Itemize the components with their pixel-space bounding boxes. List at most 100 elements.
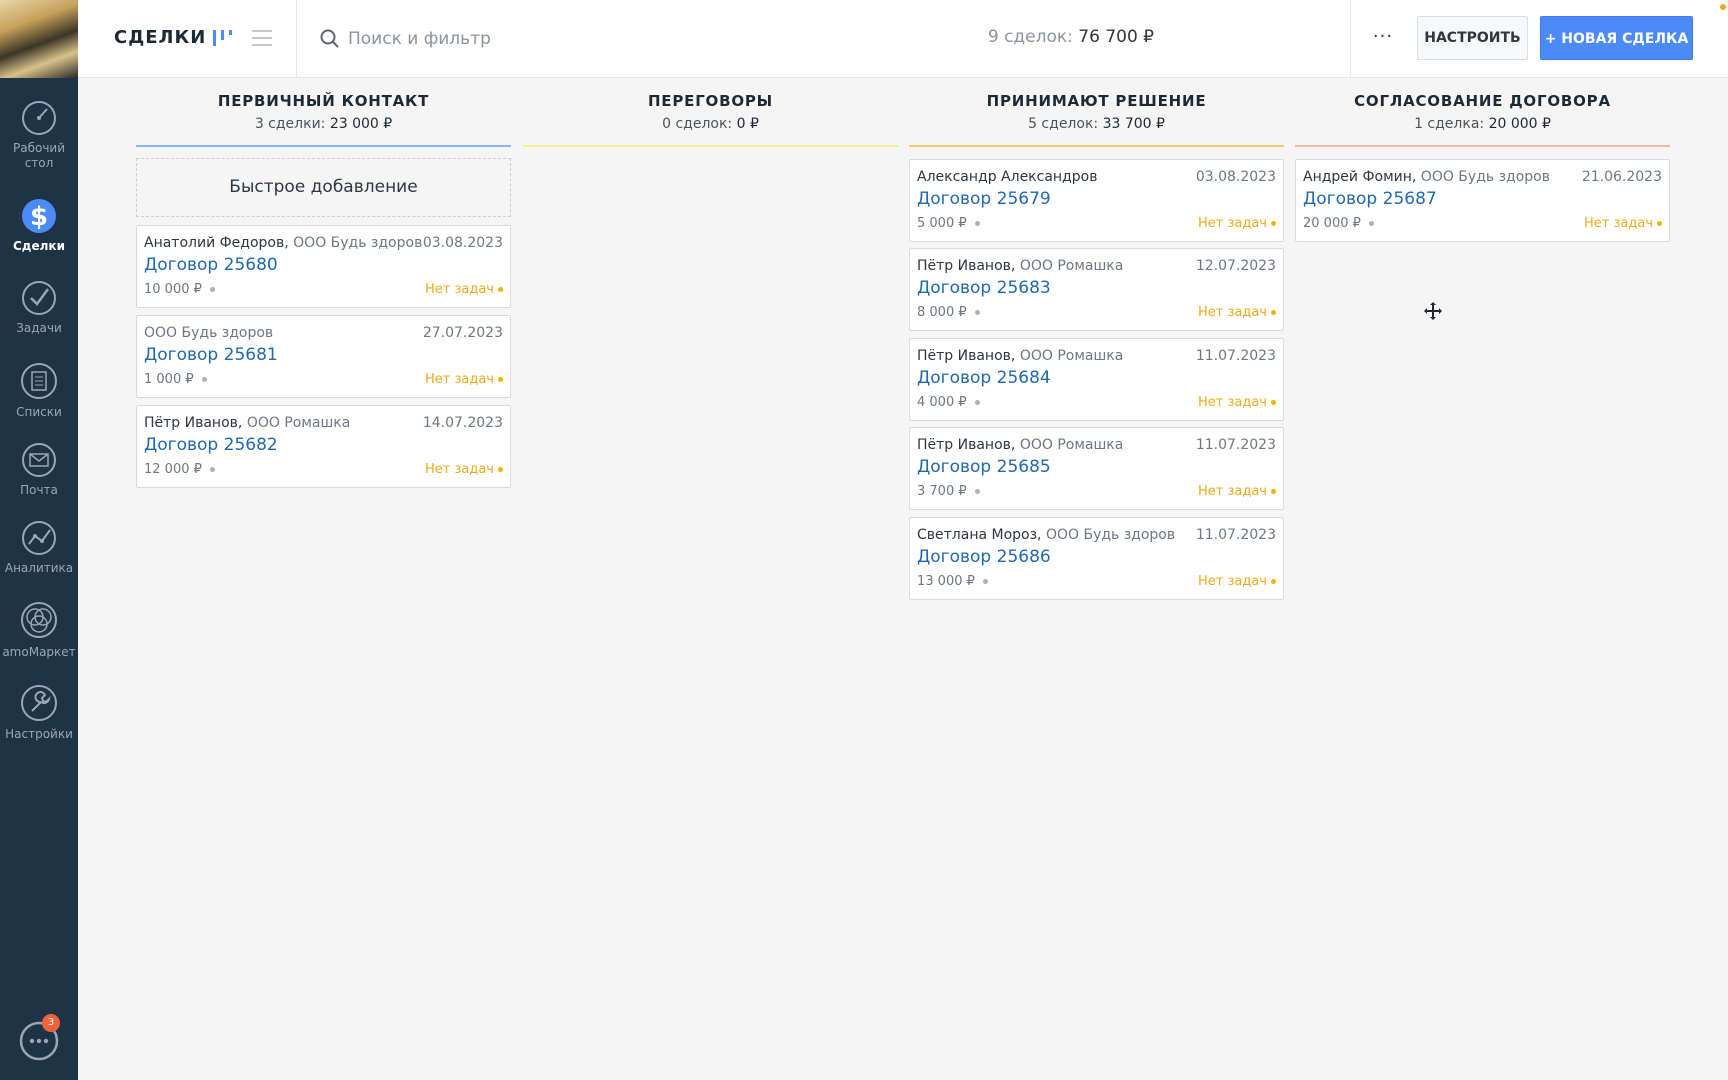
card-tasks[interactable]: Нет задач	[1198, 395, 1267, 410]
sidebar-item-dashboard[interactable]: Рабочий стол	[0, 100, 78, 171]
card-company[interactable]: ООО Ромашка	[1020, 258, 1124, 274]
deal-card[interactable]: Пётр Иванов, ООО Ромашка 11.07.2023 Дого…	[909, 338, 1284, 421]
card-deal-link[interactable]: Договор 25679	[917, 189, 1051, 209]
card-tasks-line: Нет задач	[425, 282, 503, 297]
sidebar-item-settings[interactable]: Настройки	[0, 684, 78, 742]
deal-card[interactable]: Пётр Иванов, ООО Ромашка 14.07.2023 Дого…	[136, 405, 511, 488]
column-header-decision: ПРИНИМАЮТ РЕШЕНИЕ 5 сделок: 33 700 ₽	[909, 92, 1284, 132]
card-amount: 20 000 ₽	[1303, 216, 1361, 231]
card-company[interactable]: ООО Ромашка	[1020, 437, 1124, 453]
column-title: ПЕРВИЧНЫЙ КОНТАКТ	[217, 92, 430, 110]
card-contact[interactable]: Пётр Иванов,	[917, 348, 1015, 364]
card-date: 11.07.2023	[1195, 437, 1276, 453]
sidebar-item-lists[interactable]: Списки	[0, 362, 78, 420]
card-contact[interactable]: Андрей Фомин,	[1303, 169, 1416, 185]
sidebar-item-market[interactable]: amoМаркет	[0, 600, 78, 660]
more-options-button[interactable]: ···	[1370, 26, 1396, 52]
card-contact-line: Светлана Мороз, ООО Будь здоров	[917, 527, 1175, 543]
card-contact[interactable]: Пётр Иванов,	[917, 258, 1015, 274]
search-placeholder: Поиск и фильтр	[348, 29, 491, 49]
card-deal-link[interactable]: Договор 25684	[917, 368, 1051, 388]
column-header-contract: СОГЛАСОВАНИЕ ДОГОВОРА 1 сделка: 20 000 ₽	[1295, 92, 1670, 132]
sidebar-item-analytics[interactable]: Аналитика	[0, 520, 78, 576]
amount-dot	[974, 489, 980, 494]
card-tasks[interactable]: Нет задач	[1584, 216, 1653, 231]
deal-card[interactable]: Светлана Мороз, ООО Будь здоров 11.07.20…	[909, 517, 1284, 600]
deal-card[interactable]: Пётр Иванов, ООО Ромашка 12.07.2023 Дого…	[909, 248, 1284, 331]
card-deal-link[interactable]: Договор 25687	[1303, 189, 1437, 209]
deal-card[interactable]: ООО Будь здоров 27.07.2023 Договор 25681…	[136, 315, 511, 398]
card-date: 27.07.2023	[422, 325, 503, 341]
card-deal-link[interactable]: Договор 25686	[917, 547, 1051, 567]
market-icon	[21, 602, 57, 638]
sidebar-item-label: Настройки	[5, 727, 73, 741]
card-deal-link[interactable]: Договор 25685	[917, 457, 1051, 477]
user-avatar[interactable]	[0, 0, 78, 78]
card-amount-line: 3 700 ₽	[917, 484, 980, 499]
card-tasks[interactable]: Нет задач	[425, 462, 494, 477]
sidebar-item-tasks[interactable]: Задачи	[0, 280, 78, 336]
card-tasks[interactable]: Нет задач	[425, 372, 494, 387]
card-company[interactable]: ООО Будь здоров	[1046, 527, 1175, 543]
card-deal-link[interactable]: Договор 25680	[144, 255, 278, 275]
card-deal-link[interactable]: Договор 25683	[917, 278, 1051, 298]
card-date: 11.07.2023	[1195, 527, 1276, 543]
quick-add-button[interactable]: Быстрое добавление	[136, 158, 511, 217]
sidebar-item-label: amoМаркет	[2, 645, 76, 659]
card-contact[interactable]: Пётр Иванов,	[917, 437, 1015, 453]
setup-button[interactable]: НАСТРОИТЬ	[1417, 16, 1528, 60]
card-amount-line: 12 000 ₽	[144, 462, 215, 477]
amount-dot	[209, 287, 215, 292]
deals-summary: 9 сделок: 76 700 ₽	[988, 27, 1154, 47]
card-contact[interactable]: Светлана Мороз,	[917, 527, 1042, 543]
pipeline-view-icon[interactable]	[212, 28, 234, 48]
card-company[interactable]: ООО Будь здоров	[144, 325, 273, 341]
card-company[interactable]: ООО Ромашка	[247, 415, 351, 431]
sidebar-item-mail[interactable]: Почта	[0, 442, 78, 498]
card-amount: 8 000 ₽	[917, 305, 967, 320]
card-amount: 13 000 ₽	[917, 574, 975, 589]
page-title: СДЕЛКИ	[114, 27, 207, 48]
card-deal-link[interactable]: Договор 25681	[144, 345, 278, 365]
column-summary: 1 сделка: 20 000 ₽	[1295, 116, 1670, 132]
card-company[interactable]: ООО Ромашка	[1020, 348, 1124, 364]
card-tasks[interactable]: Нет задач	[1198, 305, 1267, 320]
amount-dot	[974, 310, 980, 315]
card-company[interactable]: ООО Будь здоров	[293, 235, 422, 251]
card-contact-line: Анатолий Федоров, ООО Будь здоров	[144, 235, 422, 251]
column-header-negotiations: ПЕРЕГОВОРЫ 0 сделок: 0 ₽	[523, 92, 898, 132]
deal-card[interactable]: Пётр Иванов, ООО Ромашка 11.07.2023 Дого…	[909, 427, 1284, 510]
card-amount: 10 000 ₽	[144, 282, 202, 297]
card-contact[interactable]: Анатолий Федоров,	[144, 235, 289, 251]
card-tasks[interactable]: Нет задач	[1198, 484, 1267, 499]
card-deal-link[interactable]: Договор 25682	[144, 435, 278, 455]
sidebar-item-deals[interactable]: $ Сделки	[0, 194, 78, 254]
lists-icon	[21, 363, 57, 399]
divider	[296, 0, 297, 78]
card-tasks[interactable]: Нет задач	[425, 282, 494, 297]
amount-dot	[201, 377, 207, 382]
card-tasks[interactable]: Нет задач	[1198, 574, 1267, 589]
task-dot	[498, 377, 503, 382]
search-icon	[320, 29, 339, 48]
card-tasks[interactable]: Нет задач	[1198, 216, 1267, 231]
deal-card[interactable]: Александр Александров 03.08.2023 Договор…	[909, 159, 1284, 242]
list-view-icon[interactable]	[252, 29, 272, 47]
column-title: ПЕРЕГОВОРЫ	[647, 92, 774, 110]
card-contact[interactable]: Пётр Иванов,	[144, 415, 242, 431]
card-contact-line: Пётр Иванов, ООО Ромашка	[917, 348, 1123, 364]
search-input[interactable]: Поиск и фильтр	[320, 26, 491, 52]
task-dot	[1271, 400, 1276, 405]
mail-icon	[22, 443, 56, 477]
column-amount: 33 700 ₽	[1102, 116, 1165, 132]
new-deal-button[interactable]: + НОВАЯ СДЕЛКА	[1540, 16, 1693, 60]
card-company[interactable]: ООО Будь здоров	[1421, 169, 1550, 185]
card-tasks-line: Нет задач	[425, 372, 503, 387]
card-date: 03.08.2023	[1195, 169, 1276, 185]
deal-card[interactable]: Анатолий Федоров, ООО Будь здоров 03.08.…	[136, 225, 511, 308]
card-amount: 5 000 ₽	[917, 216, 967, 231]
deal-card[interactable]: Андрей Фомин, ООО Будь здоров 21.06.2023…	[1295, 159, 1670, 242]
card-contact[interactable]: Александр Александров	[917, 169, 1097, 185]
divider	[1350, 0, 1351, 78]
card-amount-line: 13 000 ₽	[917, 574, 988, 589]
